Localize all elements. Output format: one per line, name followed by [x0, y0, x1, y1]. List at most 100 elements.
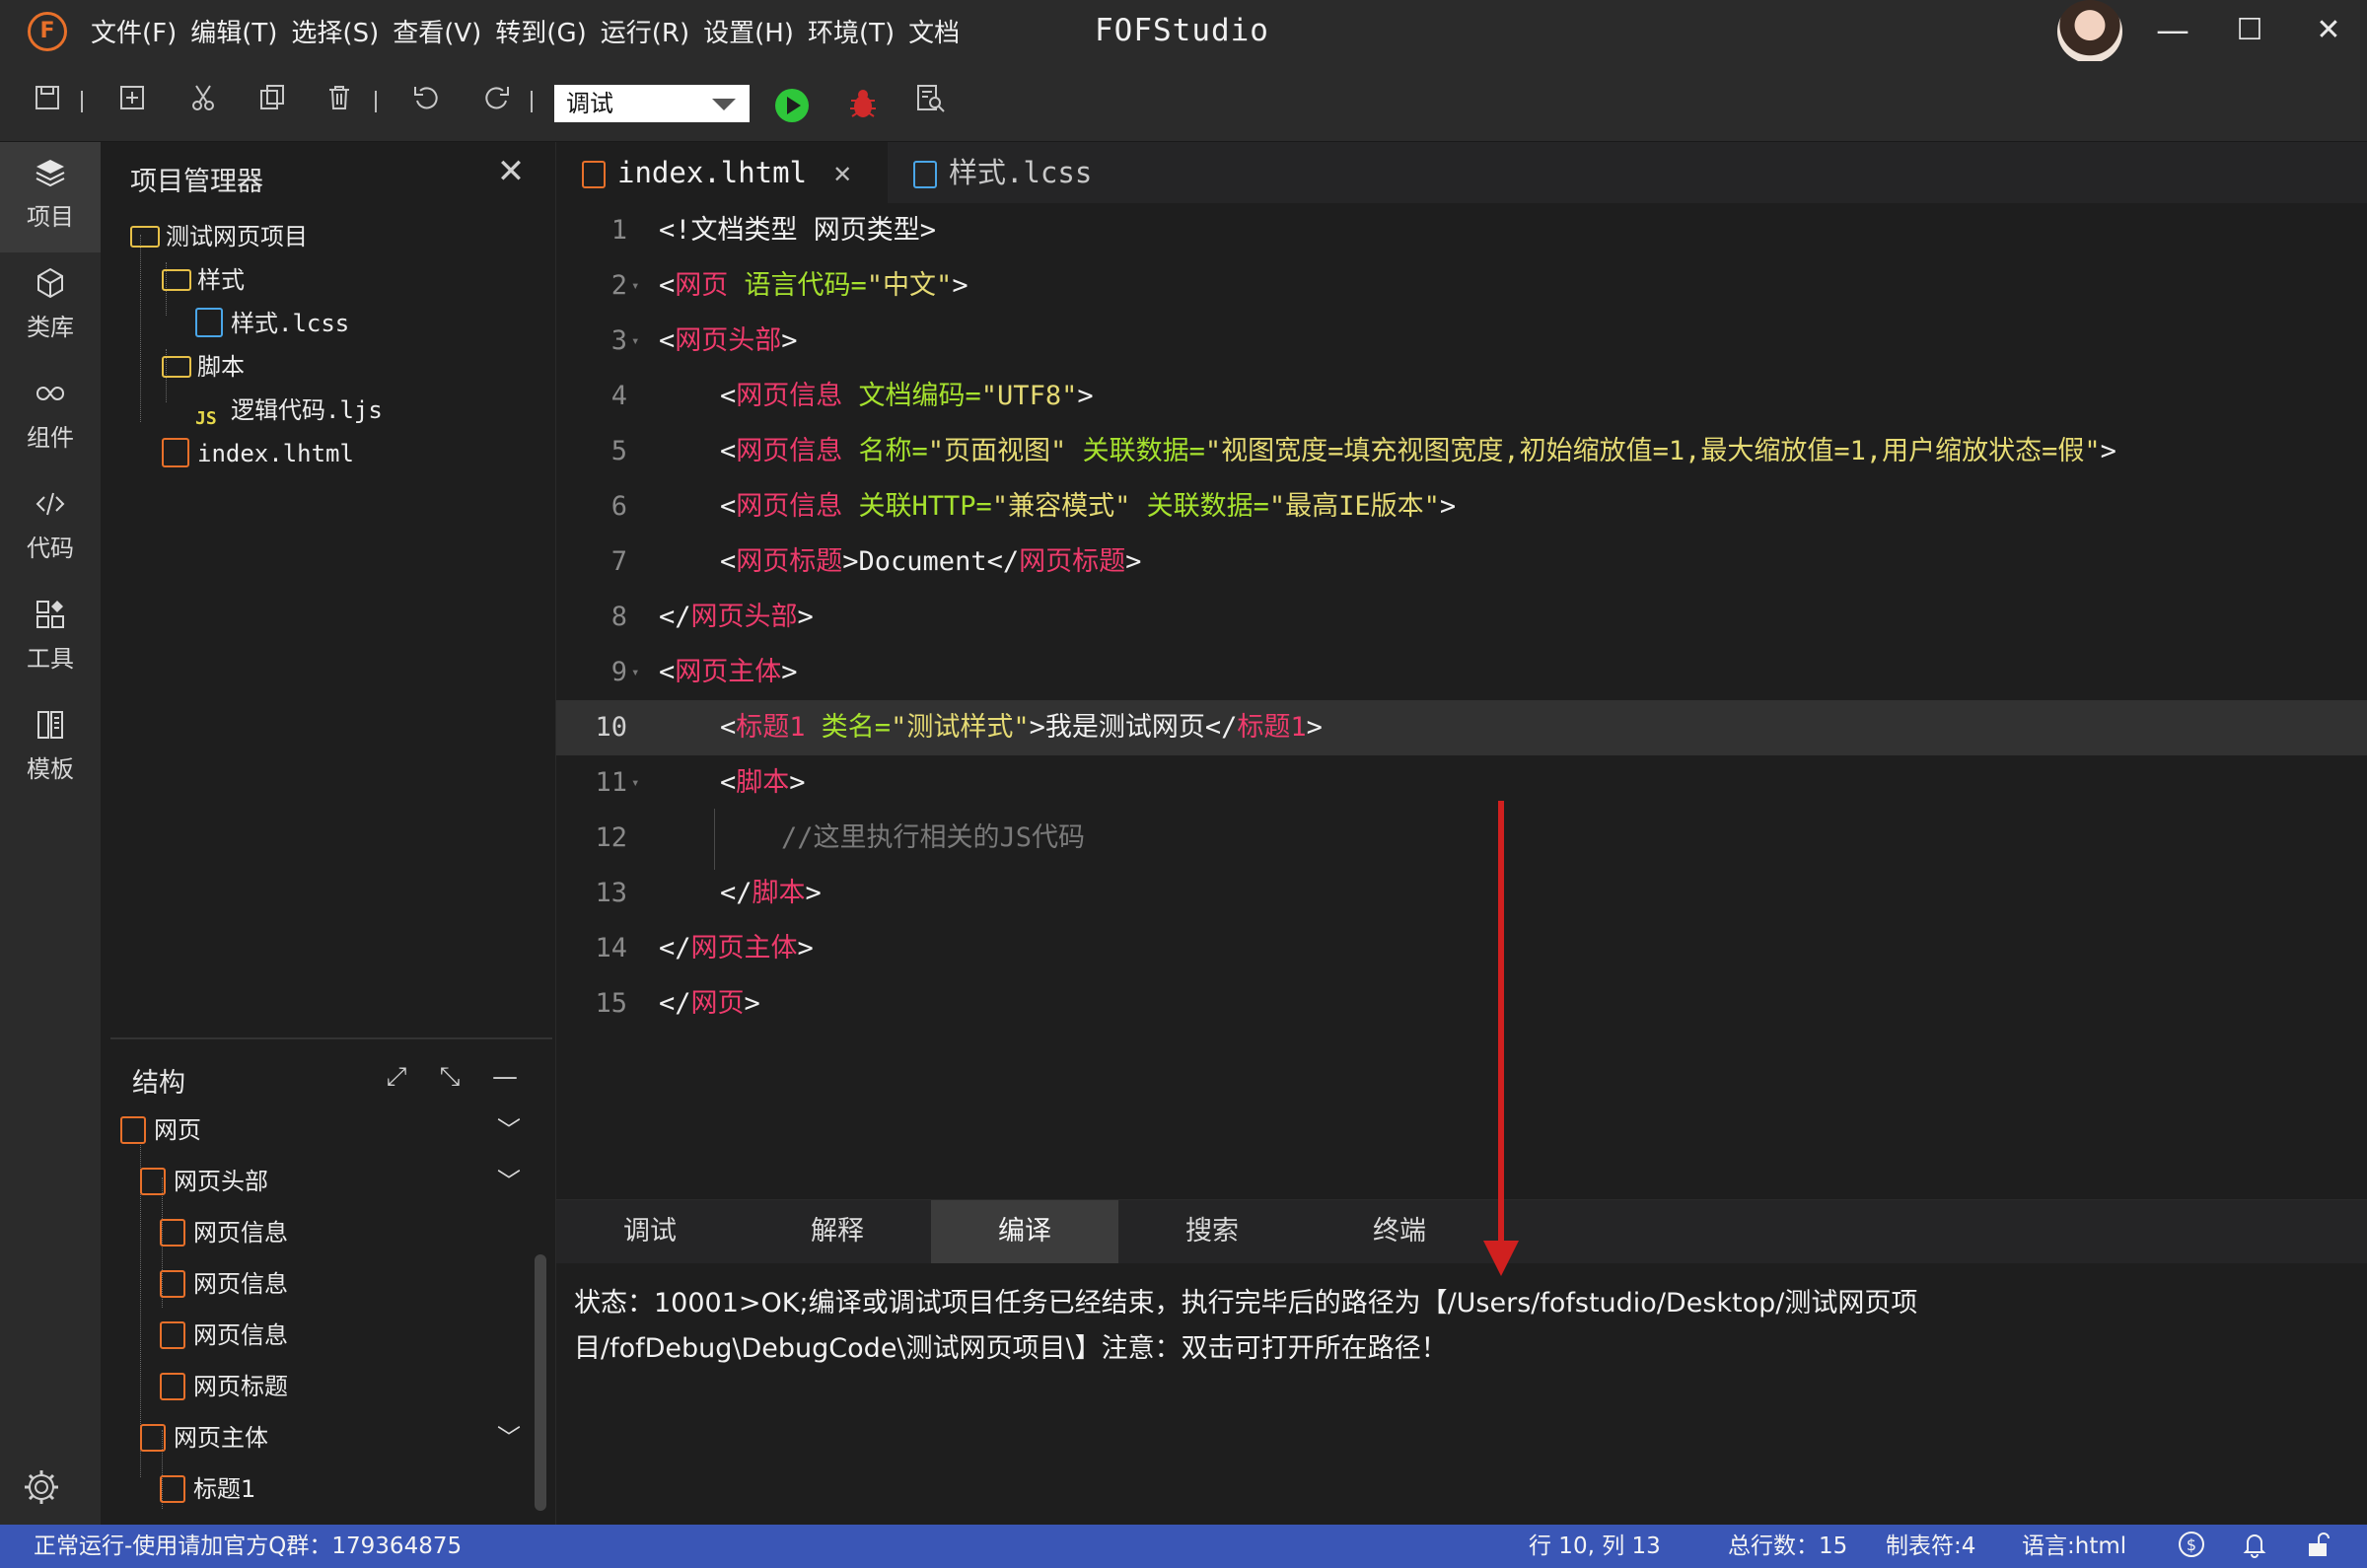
- bell-icon[interactable]: [2239, 1531, 2270, 1562]
- code-line[interactable]: 5 <网页信息 名称="页面视图" 关联数据="视图宽度=填充视图宽度,初始缩放值…: [556, 424, 2367, 479]
- undo-icon[interactable]: [408, 83, 444, 118]
- code-line[interactable]: 2 ▾ <网页 语言代码="中文">: [556, 258, 2367, 314]
- code-line[interactable]: 10 <标题1 类名="测试样式">我是测试网页</标题1>: [556, 700, 2367, 755]
- structure-item[interactable]: 网页主体: [140, 1418, 268, 1458]
- chevron-down-icon[interactable]: ﹀: [489, 1418, 529, 1458]
- code-line[interactable]: 3 ▾ <网页头部>: [556, 314, 2367, 369]
- panel-tab-interpret[interactable]: 解释: [744, 1200, 931, 1263]
- code-line[interactable]: 13 </脚本>: [556, 866, 2367, 921]
- menu-view[interactable]: 查看(V): [393, 13, 481, 49]
- compile-output[interactable]: 状态：10001>OK;编译或调试项目任务已经结束，执行完毕后的路径为【/Use…: [574, 1281, 2172, 1372]
- structure-item[interactable]: 网页头部: [140, 1162, 268, 1201]
- run-icon[interactable]: [775, 89, 809, 122]
- svg-text:$: $: [2187, 1535, 2196, 1554]
- menu-goto[interactable]: 转到(G): [495, 13, 586, 49]
- structure-scrollbar[interactable]: [535, 1254, 546, 1511]
- menu-select[interactable]: 选择(S): [291, 13, 379, 49]
- code-line[interactable]: 7 <网页标题>Document</网页标题>: [556, 535, 2367, 590]
- copy-icon[interactable]: [254, 83, 290, 118]
- structure-item[interactable]: 网页: [120, 1110, 201, 1150]
- activity-project[interactable]: 项目: [0, 142, 101, 252]
- activity-templates[interactable]: 模板: [0, 694, 101, 805]
- code-line[interactable]: 11 ▾ <脚本>: [556, 755, 2367, 811]
- code-line[interactable]: 6 <网页信息 关联HTTP="兼容模式" 关联数据="最高IE版本">: [556, 479, 2367, 535]
- code-editor[interactable]: 1 <!文档类型 网页类型> 2 ▾ <网页 语言代码="中文"> 3 ▾ <网页头部> 4 <网…: [556, 203, 2367, 1199]
- collapse-icon[interactable]: ⤡: [432, 1059, 467, 1095]
- menu-settings[interactable]: 设置(H): [703, 13, 794, 49]
- output-panel: 调试 解释 编译 搜索 终端 状态：10001>OK;编译或调试项目任务已经结束…: [556, 1199, 2367, 1525]
- debug-bug-icon[interactable]: [846, 87, 880, 122]
- panel-tab-search[interactable]: 搜索: [1118, 1200, 1306, 1263]
- tree-item-script-folder[interactable]: 脚本: [162, 347, 245, 387]
- close-icon[interactable]: ✕: [832, 161, 852, 188]
- gear-icon[interactable]: [20, 1467, 63, 1511]
- cursor-position[interactable]: 行 10, 列 13: [1529, 1525, 1661, 1568]
- fold-chevron-icon[interactable]: ▾: [631, 258, 639, 314]
- panel-tab-compile[interactable]: 编译: [931, 1200, 1118, 1263]
- chevron-down-icon[interactable]: ﹀: [489, 1110, 529, 1150]
- fold-chevron-icon[interactable]: ▾: [631, 645, 639, 700]
- structure-item-label: 网页信息: [193, 1321, 288, 1349]
- minimize-button[interactable]: —: [2138, 0, 2207, 61]
- code-token: >: [744, 988, 760, 1019]
- tab-size[interactable]: 制表符:4: [1886, 1525, 1975, 1568]
- menu-file[interactable]: 文件(F): [91, 13, 177, 49]
- structure-item[interactable]: 网页标题: [160, 1367, 288, 1406]
- tree-item-style-folder[interactable]: 样式: [162, 260, 245, 300]
- tree-item-index-file[interactable]: index.lhtml: [162, 434, 354, 473]
- language-mode[interactable]: 语言:html: [2022, 1525, 2126, 1568]
- structure-item[interactable]: 网页信息: [160, 1264, 288, 1304]
- expand-icon[interactable]: ⤢: [379, 1059, 414, 1095]
- menu-docs[interactable]: 文档: [908, 13, 960, 49]
- menu-environment[interactable]: 环境(T): [808, 13, 895, 49]
- code-line[interactable]: 1 <!文档类型 网页类型>: [556, 203, 2367, 258]
- minimize-panel-icon[interactable]: —: [487, 1059, 523, 1095]
- user-avatar[interactable]: [2057, 0, 2122, 63]
- structure-item[interactable]: 标题1: [160, 1469, 255, 1509]
- activity-components[interactable]: 组件: [0, 363, 101, 473]
- unlock-icon[interactable]: [2302, 1531, 2333, 1562]
- dollar-icon[interactable]: $: [2176, 1531, 2207, 1562]
- save-icon[interactable]: [30, 83, 65, 118]
- tree-item-project-folder[interactable]: 测试网页项目: [130, 217, 308, 256]
- tree-item-js-file[interactable]: JS 逻辑代码.ljs: [195, 391, 383, 430]
- search-file-icon[interactable]: [913, 83, 949, 118]
- structure-item-label: 网页信息: [193, 1219, 288, 1247]
- code-token: 网页信息: [736, 436, 843, 466]
- code-line[interactable]: 4 <网页信息 文档编码="UTF8">: [556, 369, 2367, 424]
- code-token: "测试样式": [891, 712, 1030, 743]
- activity-tools[interactable]: 工具: [0, 584, 101, 694]
- menu-run[interactable]: 运行(R): [601, 13, 689, 49]
- delete-icon[interactable]: [322, 83, 357, 118]
- menu-edit[interactable]: 编辑(T): [190, 13, 277, 49]
- add-file-icon[interactable]: [114, 83, 150, 118]
- fold-chevron-icon[interactable]: ▾: [631, 314, 639, 369]
- maximize-button[interactable]: ☐: [2215, 0, 2284, 61]
- cut-icon[interactable]: [185, 83, 221, 118]
- code-line[interactable]: 15 </网页>: [556, 976, 2367, 1032]
- activity-project-label: 项目: [27, 203, 74, 231]
- tree-item-style-file[interactable]: 样式.lcss: [195, 304, 349, 343]
- redo-icon[interactable]: [479, 83, 515, 118]
- code-token: </: [1204, 712, 1238, 743]
- tab-index-lhtml[interactable]: index.lhtml ✕: [556, 142, 888, 203]
- run-mode-select[interactable]: 调试: [554, 85, 750, 122]
- activity-code[interactable]: 代码: [0, 473, 101, 584]
- structure-item[interactable]: 网页信息: [160, 1213, 288, 1252]
- fold-chevron-icon[interactable]: ▾: [631, 755, 639, 811]
- activity-library[interactable]: 类库: [0, 252, 101, 363]
- close-button[interactable]: ✕: [2294, 0, 2363, 61]
- code-line[interactable]: 12 //这里执行相关的JS代码: [556, 811, 2367, 866]
- folder-icon: [162, 269, 191, 291]
- structure-item[interactable]: 网页信息: [160, 1316, 288, 1355]
- code-line[interactable]: 9 ▾ <网页主体>: [556, 645, 2367, 700]
- tree-item-label: index.lhtml: [197, 440, 354, 467]
- tab-style-lcss[interactable]: 样式.lcss: [888, 142, 1184, 203]
- panel-tab-terminal[interactable]: 终端: [1306, 1200, 1493, 1263]
- code-line[interactable]: 8 </网页头部>: [556, 590, 2367, 645]
- code-line[interactable]: 14 </网页主体>: [556, 921, 2367, 976]
- chevron-down-icon[interactable]: ﹀: [489, 1162, 529, 1201]
- panel-tab-debug[interactable]: 调试: [556, 1200, 744, 1263]
- layers-icon: [0, 156, 101, 195]
- close-icon[interactable]: ✕: [491, 152, 531, 191]
